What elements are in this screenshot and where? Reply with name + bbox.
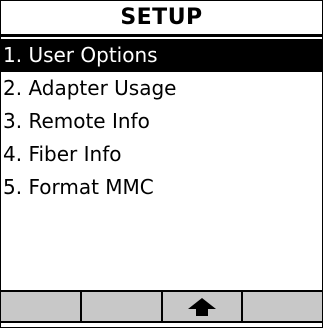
- menu-item-adapter-usage[interactable]: 2. Adapter Usage: [1, 72, 322, 105]
- menu-item-format-mmc[interactable]: 5. Format MMC: [1, 171, 322, 204]
- softkey-1[interactable]: [1, 292, 82, 321]
- softkey-2[interactable]: [81, 292, 163, 321]
- menu-item-remote-info[interactable]: 3. Remote Info: [1, 105, 322, 138]
- page-title: SETUP: [1, 1, 322, 37]
- softkey-3-up[interactable]: [162, 292, 244, 321]
- setup-menu: 1. User Options 2. Adapter Usage 3. Remo…: [1, 39, 322, 204]
- softkey-4[interactable]: [243, 292, 322, 321]
- menu-item-fiber-info[interactable]: 4. Fiber Info: [1, 138, 322, 171]
- bottom-border: [1, 321, 322, 327]
- softkey-bar: [1, 290, 322, 321]
- menu-item-user-options[interactable]: 1. User Options: [1, 39, 322, 72]
- up-arrow-icon: [187, 297, 217, 317]
- device-screen: SETUP 1. User Options 2. Adapter Usage 3…: [0, 0, 323, 328]
